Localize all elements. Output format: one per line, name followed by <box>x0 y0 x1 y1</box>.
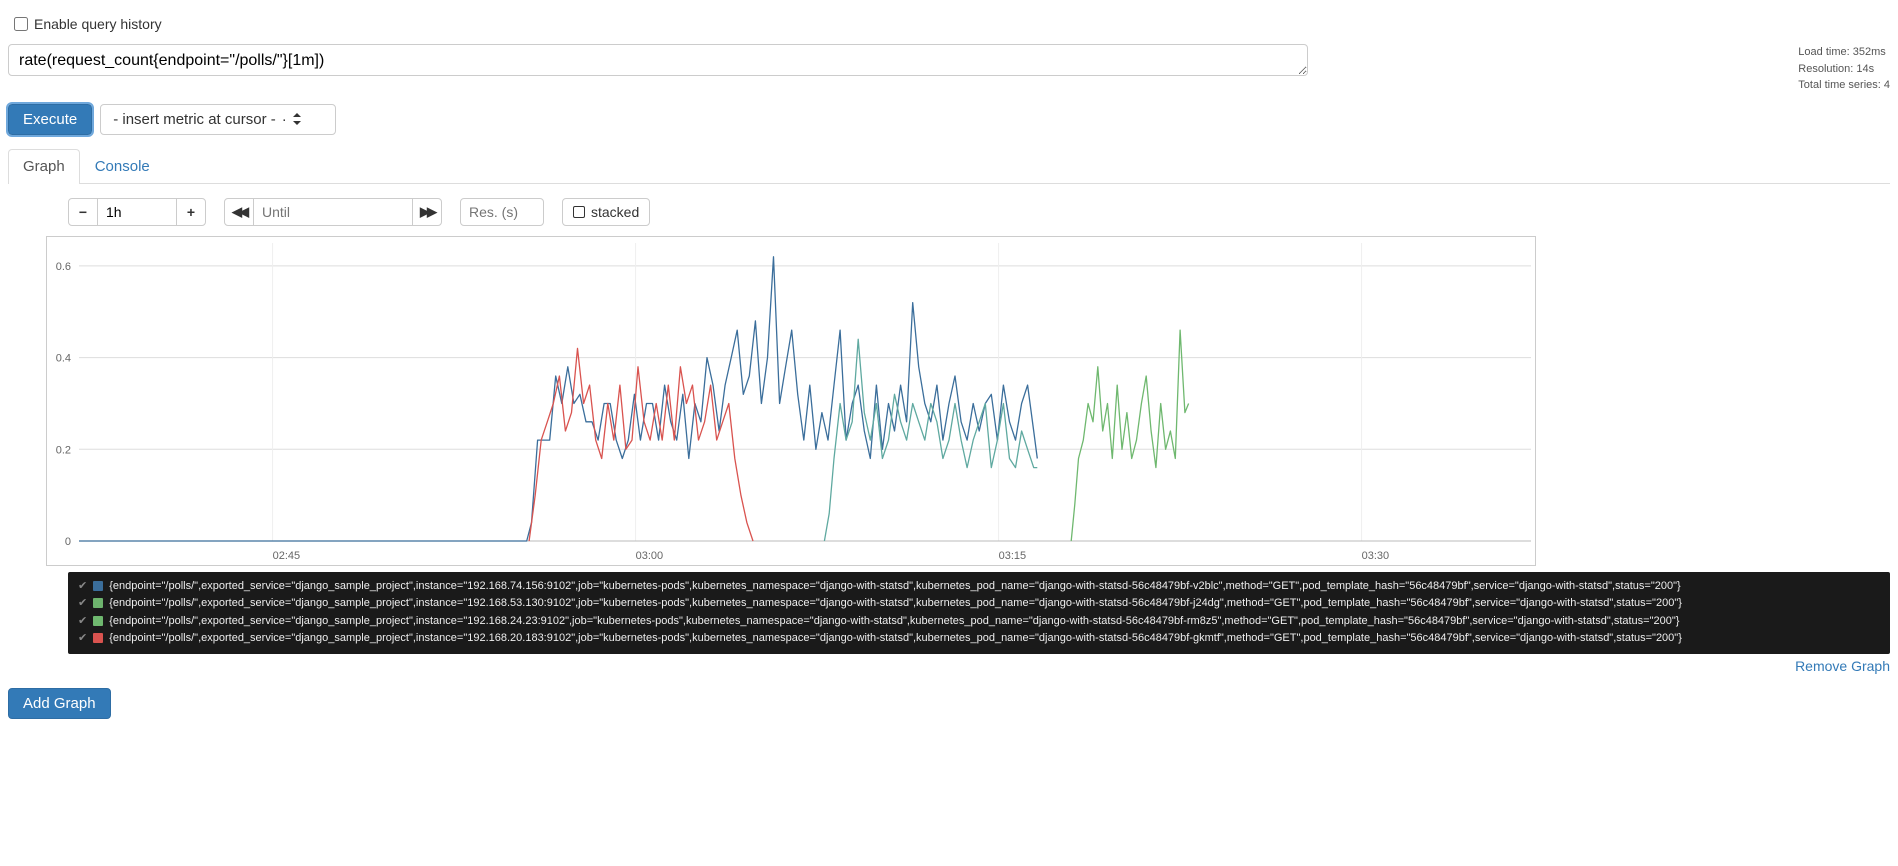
add-graph-button[interactable]: Add Graph <box>8 688 111 719</box>
stat-total-series: Total time series: 4 <box>1798 77 1890 94</box>
svg-text:03:00: 03:00 <box>636 550 664 562</box>
color-swatch <box>93 598 103 608</box>
tab-graph[interactable]: Graph <box>8 149 80 184</box>
metric-dropdown-label: - insert metric at cursor - <box>113 111 276 128</box>
legend-box: ✔ {endpoint="/polls/",exported_service="d… <box>68 572 1890 654</box>
until-back-button[interactable]: ◀◀ <box>224 198 254 226</box>
color-swatch <box>93 633 103 643</box>
until-input[interactable] <box>253 198 413 226</box>
legend-row[interactable]: ✔ {endpoint="/polls/",exported_service="d… <box>78 595 1880 613</box>
tab-console[interactable]: Console <box>80 149 165 183</box>
until-forward-button[interactable]: ▶▶ <box>412 198 442 226</box>
legend-row[interactable]: ✔ {endpoint="/polls/",exported_service="d… <box>78 613 1880 631</box>
legend-row[interactable]: ✔ {endpoint="/polls/",exported_service="d… <box>78 578 1880 596</box>
check-icon: ✔ <box>78 613 87 631</box>
legend-label: {endpoint="/polls/",exported_service="dj… <box>109 630 1682 648</box>
enable-history-checkbox[interactable] <box>14 17 28 31</box>
resolution-group <box>460 198 544 226</box>
range-decrease-button[interactable]: − <box>68 198 98 226</box>
stacked-label: stacked <box>591 204 639 220</box>
color-swatch <box>93 616 103 626</box>
legend-label: {endpoint="/polls/",exported_service="dj… <box>109 613 1679 631</box>
svg-text:03:15: 03:15 <box>999 550 1027 562</box>
checkbox-empty-icon <box>573 206 585 218</box>
svg-text:0: 0 <box>65 536 71 548</box>
stat-resolution: Resolution: 14s <box>1798 61 1890 78</box>
legend-row[interactable]: ✔ {endpoint="/polls/",exported_service="d… <box>78 630 1880 648</box>
svg-text:0.2: 0.2 <box>56 444 71 456</box>
legend-label: {endpoint="/polls/",exported_service="dj… <box>109 578 1680 596</box>
svg-text:0.4: 0.4 <box>56 352 71 364</box>
double-chevron-right-icon: ▶▶ <box>420 204 434 220</box>
check-icon: ✔ <box>78 595 87 613</box>
svg-text:03:30: 03:30 <box>1362 550 1390 562</box>
range-input[interactable] <box>97 198 177 226</box>
check-icon: ✔ <box>78 630 87 648</box>
stat-load-time: Load time: 352ms <box>1798 44 1890 61</box>
time-series-chart[interactable]: 0 0.2 0.4 0.6 02:45 03:00 03:15 03:30 <box>46 236 1536 566</box>
execute-button[interactable]: Execute <box>8 104 92 135</box>
enable-history-label: Enable query history <box>34 16 162 32</box>
range-group: − + <box>68 198 206 226</box>
query-input[interactable]: rate(request_count{endpoint="/polls/"}[1… <box>8 44 1308 76</box>
svg-text:0.6: 0.6 <box>56 260 71 272</box>
svg-text:02:45: 02:45 <box>273 550 301 562</box>
remove-graph-link[interactable]: Remove Graph <box>8 658 1890 674</box>
until-group: ◀◀ ▶▶ <box>224 198 442 226</box>
query-stats: Load time: 352ms Resolution: 14s Total t… <box>1798 44 1890 94</box>
metric-dropdown[interactable]: - insert metric at cursor - · <box>100 104 336 135</box>
check-icon: ✔ <box>78 578 87 596</box>
color-swatch <box>93 581 103 591</box>
resolution-input[interactable] <box>460 198 544 226</box>
range-increase-button[interactable]: + <box>176 198 206 226</box>
double-chevron-left-icon: ◀◀ <box>232 204 246 220</box>
legend-label: {endpoint="/polls/",exported_service="dj… <box>109 595 1682 613</box>
stacked-toggle[interactable]: stacked <box>562 198 650 226</box>
